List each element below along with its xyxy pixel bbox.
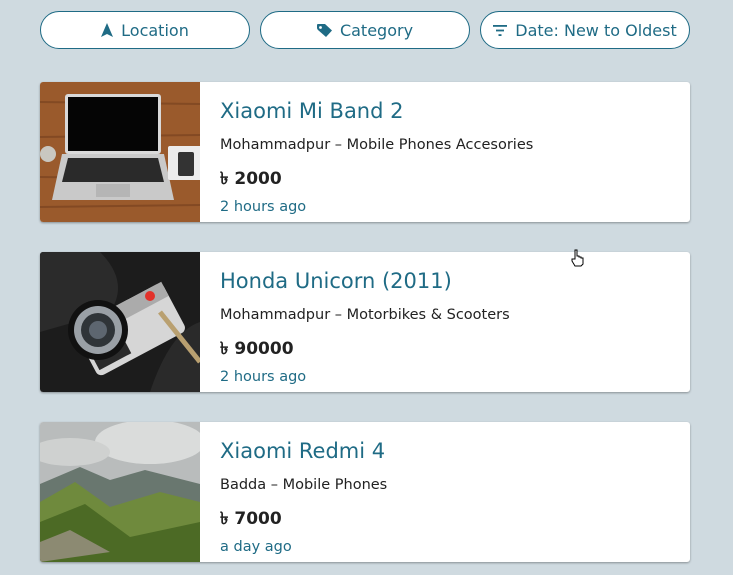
filter-lines-icon xyxy=(493,24,508,36)
listing-card[interactable]: Xiaomi Redmi 4 Badda – Mobile Phones ৳ 7… xyxy=(40,422,690,562)
listing-info: Honda Unicorn (2011) Mohammadpur – Motor… xyxy=(220,252,690,392)
listing-title[interactable]: Honda Unicorn (2011) xyxy=(220,269,452,293)
listing-time: 2 hours ago xyxy=(220,369,307,385)
listing-time: a day ago xyxy=(220,539,292,555)
listing-title[interactable]: Xiaomi Mi Band 2 xyxy=(220,99,403,123)
sort-date-label: Date: New to Oldest xyxy=(515,20,677,40)
listing-location-category: Mohammadpur – Mobile Phones Accesories xyxy=(220,137,534,153)
location-filter-label: Location xyxy=(121,20,189,40)
listing-info: Xiaomi Redmi 4 Badda – Mobile Phones ৳ 7… xyxy=(220,422,690,562)
location-arrow-icon xyxy=(101,23,114,37)
location-filter-button[interactable]: Location xyxy=(40,11,250,49)
listing-time: 2 hours ago xyxy=(220,199,307,215)
listing-price: ৳ 2000 xyxy=(220,169,282,189)
listing-card[interactable]: Honda Unicorn (2011) Mohammadpur – Motor… xyxy=(40,252,690,392)
listing-location-category: Mohammadpur – Motorbikes & Scooters xyxy=(220,307,510,323)
listing-info: Xiaomi Mi Band 2 Mohammadpur – Mobile Ph… xyxy=(220,82,690,222)
filter-bar: Location Category Date: New to Oldest xyxy=(40,11,690,51)
mountain-landscape-photo[interactable] xyxy=(40,422,200,562)
tag-icon xyxy=(316,23,332,37)
laptop-photo[interactable] xyxy=(40,82,200,222)
listing-location-category: Badda – Mobile Phones xyxy=(220,477,388,493)
sort-date-button[interactable]: Date: New to Oldest xyxy=(480,11,690,49)
category-filter-button[interactable]: Category xyxy=(260,11,470,49)
camera-photo[interactable] xyxy=(40,252,200,392)
listing-price: ৳ 90000 xyxy=(220,339,294,359)
category-filter-label: Category xyxy=(339,20,414,40)
listing-title[interactable]: Xiaomi Redmi 4 xyxy=(220,439,385,463)
listing-price: ৳ 7000 xyxy=(220,509,282,529)
hand-cursor-icon xyxy=(571,249,585,271)
listing-card[interactable]: Xiaomi Mi Band 2 Mohammadpur – Mobile Ph… xyxy=(40,82,690,222)
